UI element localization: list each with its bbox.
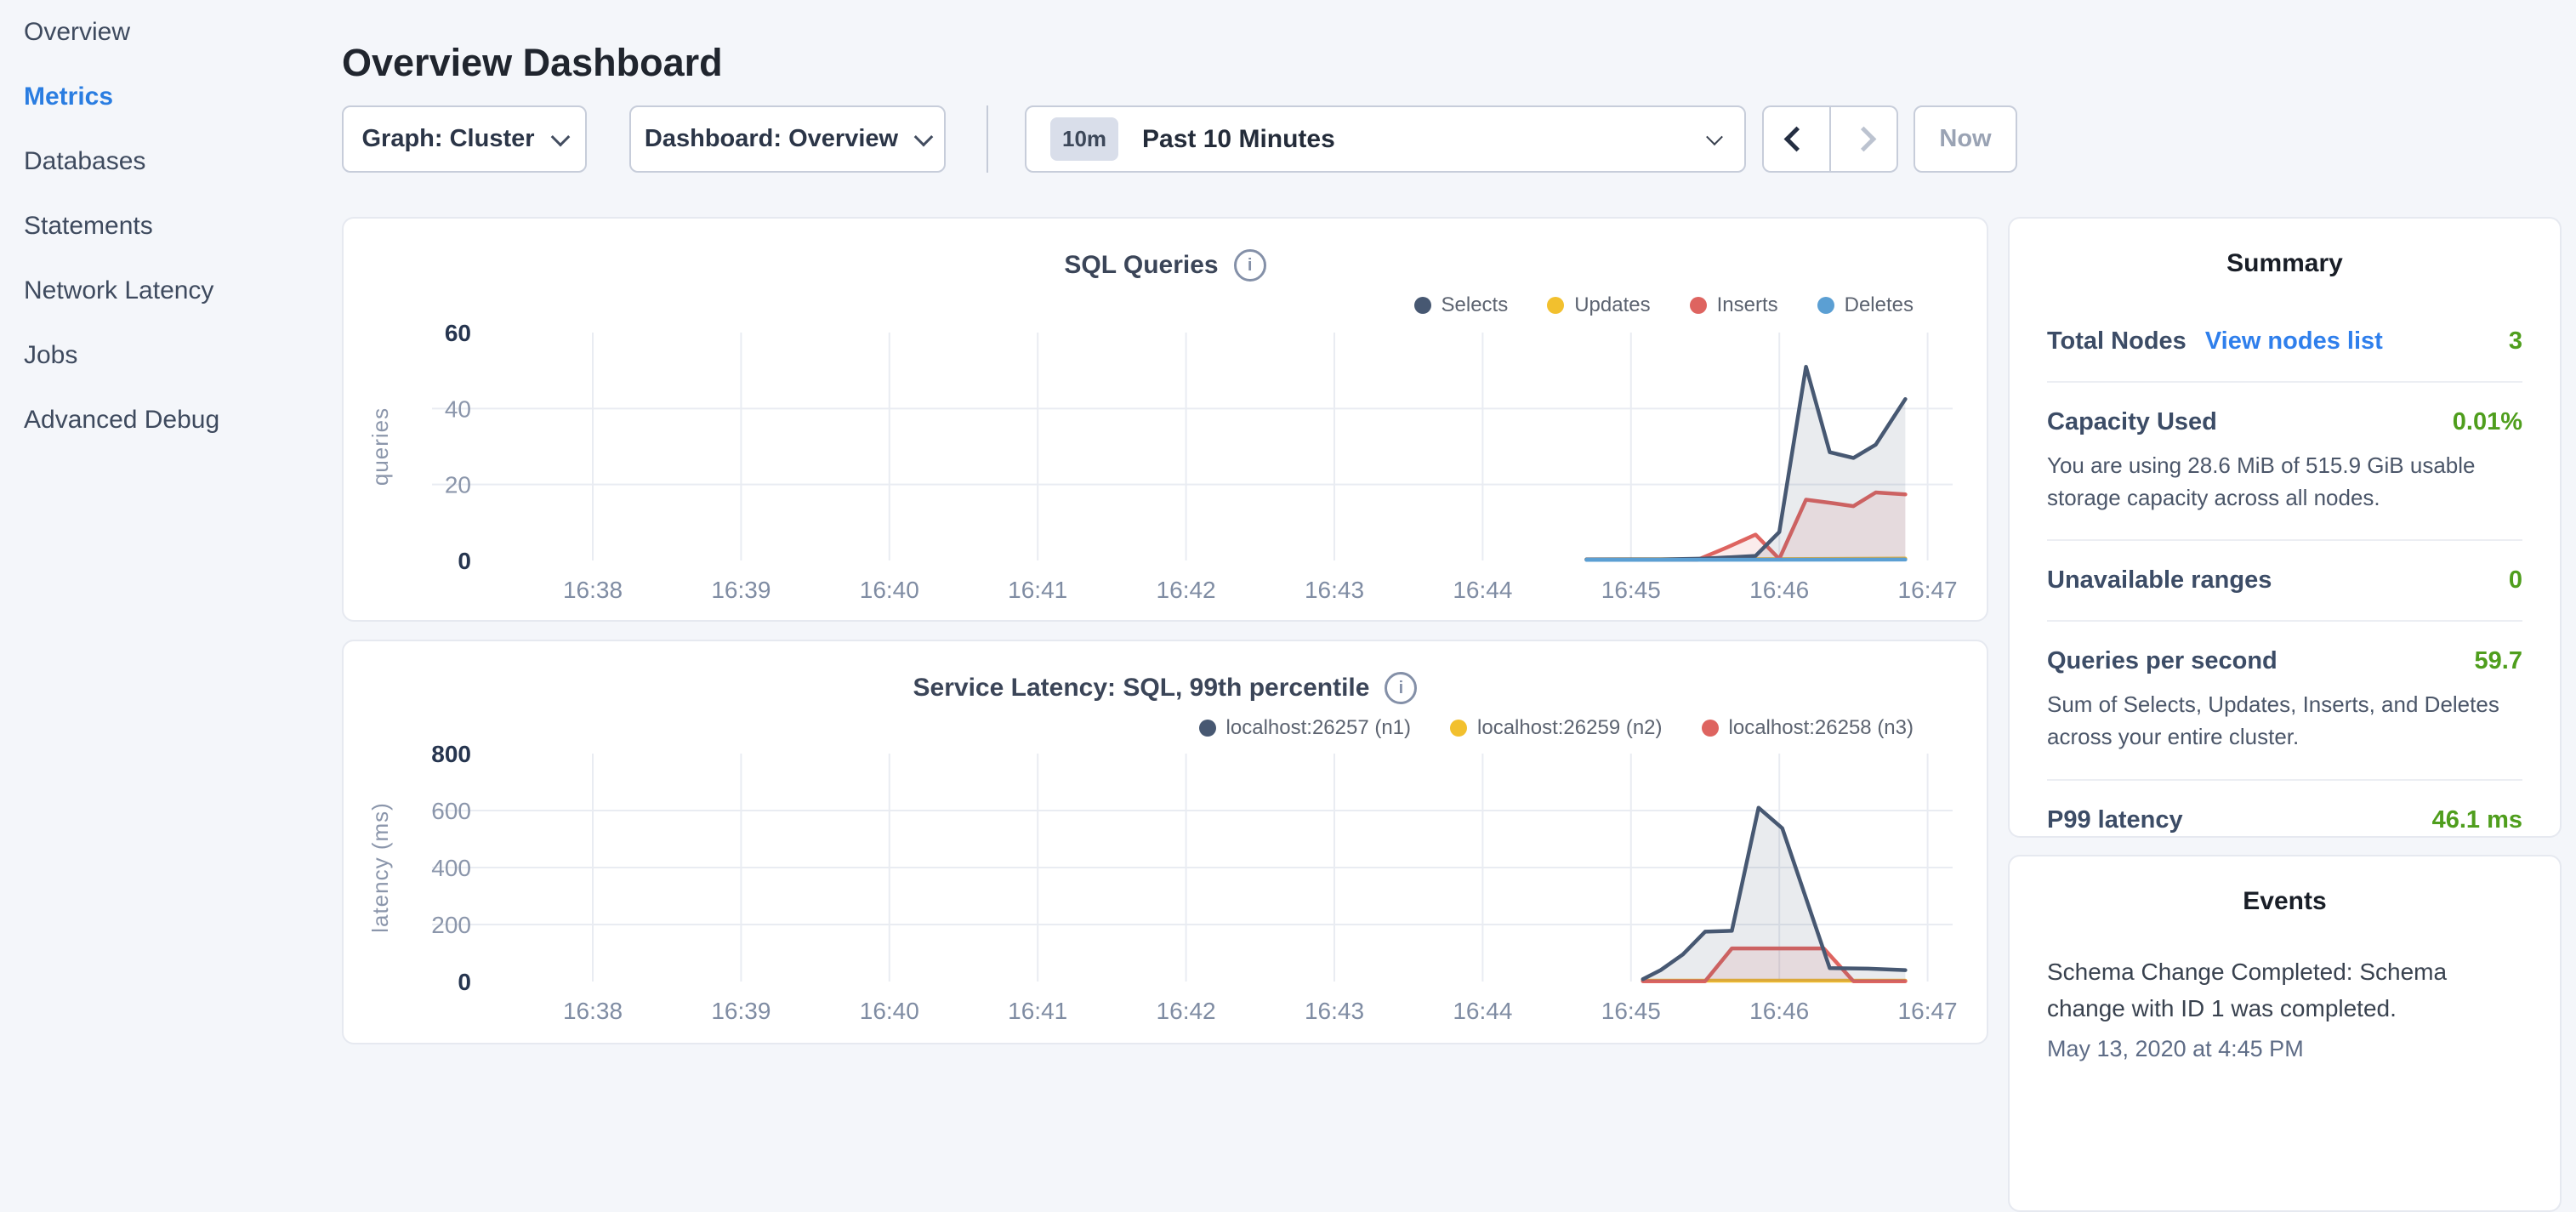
- svg-text:16:43: 16:43: [1305, 998, 1364, 1024]
- chart-card-service-latency: Service Latency: SQL, 99th percentile i …: [342, 640, 1988, 1044]
- svg-text:16:38: 16:38: [563, 577, 623, 603]
- svg-text:16:45: 16:45: [1601, 577, 1661, 603]
- svg-text:16:38: 16:38: [563, 998, 623, 1024]
- svg-text:16:39: 16:39: [711, 998, 771, 1024]
- svg-text:16:44: 16:44: [1453, 998, 1512, 1024]
- summary-row-capacity-used: Capacity Used 0.01%: [2047, 408, 2522, 436]
- summary-row-unavailable-ranges: Unavailable ranges 0: [2047, 566, 2522, 595]
- svg-text:16:46: 16:46: [1749, 577, 1809, 603]
- stat-value: 0.01%: [2453, 408, 2522, 436]
- chevron-right-icon: [1851, 127, 1877, 152]
- time-range-label: Past 10 Minutes: [1142, 125, 1690, 154]
- chevron-down-icon: [1706, 128, 1723, 145]
- chevron-down-icon: [550, 127, 570, 146]
- divider: [2047, 779, 2522, 781]
- chart-card-sql-queries: SQL Queries i SelectsUpdatesInsertsDelet…: [342, 217, 1988, 622]
- summary-row-p99-latency: P99 latency 46.1 ms: [2047, 806, 2522, 834]
- stat-label: Total Nodes: [2047, 327, 2186, 356]
- events-card: Events Schema Change Completed: Schema c…: [2008, 855, 2562, 1212]
- events-title: Events: [2047, 887, 2522, 916]
- svg-text:0: 0: [458, 548, 471, 574]
- svg-text:16:41: 16:41: [1008, 577, 1067, 603]
- svg-text:16:47: 16:47: [1898, 577, 1958, 603]
- sidebar-item-databases[interactable]: Databases: [24, 129, 330, 194]
- summary-title: Summary: [2047, 249, 2522, 278]
- time-step-buttons: [1762, 105, 1898, 173]
- sidebar-item-overview[interactable]: Overview: [24, 0, 330, 65]
- svg-text:400: 400: [431, 855, 471, 881]
- time-range-dropdown[interactable]: 10m Past 10 Minutes: [1025, 105, 1746, 173]
- sidebar-item-metrics[interactable]: Metrics: [24, 65, 330, 129]
- stat-label: Unavailable ranges: [2047, 566, 2272, 595]
- next-time-button[interactable]: [1830, 105, 1898, 173]
- summary-row-queries-per-second: Queries per second 59.7: [2047, 647, 2522, 675]
- svg-text:60: 60: [445, 320, 471, 346]
- dashboard-dropdown[interactable]: Dashboard: Overview: [629, 105, 946, 173]
- divider: [2047, 539, 2522, 541]
- divider: [2047, 620, 2522, 622]
- svg-text:16:39: 16:39: [711, 577, 771, 603]
- chevron-down-icon: [914, 127, 934, 146]
- svg-text:16:46: 16:46: [1749, 998, 1809, 1024]
- stat-value: 3: [2509, 327, 2522, 356]
- view-nodes-list-link[interactable]: View nodes list: [2205, 327, 2383, 356]
- stat-description: You are using 28.6 MiB of 515.9 GiB usab…: [2047, 450, 2522, 514]
- prev-time-button[interactable]: [1762, 105, 1830, 173]
- svg-text:16:41: 16:41: [1008, 998, 1067, 1024]
- stat-value: 0: [2509, 566, 2522, 595]
- graph-dropdown-label: Graph: Cluster: [361, 125, 534, 153]
- svg-text:16:42: 16:42: [1157, 577, 1216, 603]
- event-item: Schema Change Completed: Schema change w…: [2047, 953, 2522, 1062]
- stat-value: 59.7: [2475, 647, 2522, 675]
- summary-card: Summary Total Nodes View nodes list 3 Capac…: [2008, 217, 2562, 838]
- svg-text:0: 0: [458, 969, 471, 995]
- service-latency-chart: 16:38 16:39 16:40 16:41 16:42 16:43 16:44 16:45…: [344, 641, 1987, 1043]
- svg-text:600: 600: [431, 798, 471, 824]
- svg-text:16:44: 16:44: [1453, 577, 1512, 603]
- sql-queries-chart: 16:38 16:39 16:40 16:41 16:42 16:43 16:44 16:45…: [344, 219, 1987, 620]
- divider: [2047, 381, 2522, 383]
- svg-text:latency (ms): latency (ms): [367, 802, 393, 933]
- stat-value: 46.1 ms: [2432, 806, 2522, 834]
- svg-text:200: 200: [431, 912, 471, 938]
- event-timestamp: May 13, 2020 at 4:45 PM: [2047, 1036, 2522, 1062]
- svg-text:queries: queries: [367, 407, 393, 486]
- svg-text:16:40: 16:40: [860, 998, 919, 1024]
- svg-text:16:43: 16:43: [1305, 577, 1364, 603]
- stat-label: Capacity Used: [2047, 408, 2217, 436]
- stat-description: Sum of Selects, Updates, Inserts, and De…: [2047, 689, 2522, 753]
- time-range-badge: 10m: [1050, 117, 1118, 161]
- svg-text:16:40: 16:40: [860, 577, 919, 603]
- svg-text:800: 800: [431, 741, 471, 767]
- chevron-left-icon: [1784, 127, 1810, 152]
- graph-dropdown[interactable]: Graph: Cluster: [342, 105, 587, 173]
- stat-label: Queries per second: [2047, 647, 2277, 675]
- sidebar-item-jobs[interactable]: Jobs: [24, 323, 330, 388]
- sidebar-item-network-latency[interactable]: Network Latency: [24, 259, 330, 323]
- svg-text:20: 20: [445, 472, 471, 498]
- svg-text:16:45: 16:45: [1601, 998, 1661, 1024]
- svg-text:16:42: 16:42: [1157, 998, 1216, 1024]
- page-title: Overview Dashboard: [342, 41, 723, 85]
- svg-text:40: 40: [445, 395, 471, 422]
- now-button[interactable]: Now: [1914, 105, 2017, 173]
- svg-text:16:47: 16:47: [1898, 998, 1958, 1024]
- controls-divider: [987, 105, 988, 173]
- event-message: Schema Change Completed: Schema change w…: [2047, 953, 2522, 1027]
- summary-row-total-nodes: Total Nodes View nodes list 3: [2047, 327, 2522, 356]
- sidebar-item-advanced-debug[interactable]: Advanced Debug: [24, 388, 330, 452]
- sidebar: OverviewMetricsDatabasesStatementsNetwor…: [24, 0, 330, 452]
- dashboard-dropdown-label: Dashboard: Overview: [645, 125, 898, 153]
- stat-label: P99 latency: [2047, 806, 2183, 834]
- sidebar-item-statements[interactable]: Statements: [24, 194, 330, 259]
